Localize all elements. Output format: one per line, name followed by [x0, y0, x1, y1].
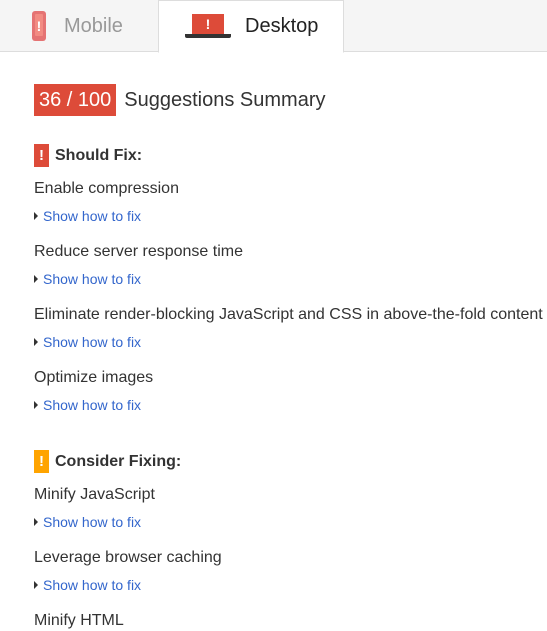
mobile-phone-icon: !: [32, 11, 46, 41]
tab-desktop-label: Desktop: [245, 15, 319, 37]
show-how-to-fix-link[interactable]: Show how to fix: [34, 577, 141, 593]
show-how-to-fix-link[interactable]: Show how to fix: [34, 397, 141, 413]
show-how-to-fix-link[interactable]: Show how to fix: [34, 271, 141, 287]
tab-mobile-label: Mobile: [64, 14, 123, 37]
expand-caret-icon: [34, 275, 38, 283]
should-fix-heading: ! Should Fix:: [34, 144, 142, 167]
show-how-to-fix-link[interactable]: Show how to fix: [34, 208, 141, 224]
rule-title: Minify HTML: [34, 612, 124, 629]
expand-caret-icon: [34, 518, 38, 526]
show-how-to-fix-link[interactable]: Show how to fix: [34, 334, 141, 350]
orange-warning-icon: !: [34, 450, 49, 473]
show-how-to-fix-link[interactable]: Show how to fix: [34, 514, 141, 530]
summary-title: Suggestions Summary: [124, 88, 326, 111]
consider-fixing-label: Consider Fixing:: [55, 452, 182, 470]
tab-mobile[interactable]: ! Mobile: [0, 0, 158, 52]
rule-title: Optimize images: [34, 369, 154, 386]
consider-fixing-heading: ! Consider Fixing:: [34, 450, 181, 473]
rule-title: Reduce server response time: [34, 243, 243, 260]
tab-desktop[interactable]: ! Desktop: [158, 0, 344, 53]
expand-caret-icon: [34, 212, 38, 220]
score-summary: 36 / 100 Suggestions Summary: [34, 84, 326, 116]
rule-title: Leverage browser caching: [34, 549, 222, 566]
should-fix-label: Should Fix:: [55, 146, 143, 164]
expand-caret-icon: [34, 581, 38, 589]
rule-title: Eliminate render-blocking JavaScript and…: [34, 306, 543, 323]
laptop-icon: !: [185, 13, 231, 40]
expand-caret-icon: [34, 401, 38, 409]
red-warning-icon: !: [34, 144, 49, 167]
score-badge: 36 / 100: [34, 84, 117, 116]
rule-title: Minify JavaScript: [34, 486, 155, 503]
expand-caret-icon: [34, 338, 38, 346]
rule-title: Enable compression: [34, 180, 179, 197]
device-tabs: ! Mobile ! Desktop: [0, 0, 547, 53]
